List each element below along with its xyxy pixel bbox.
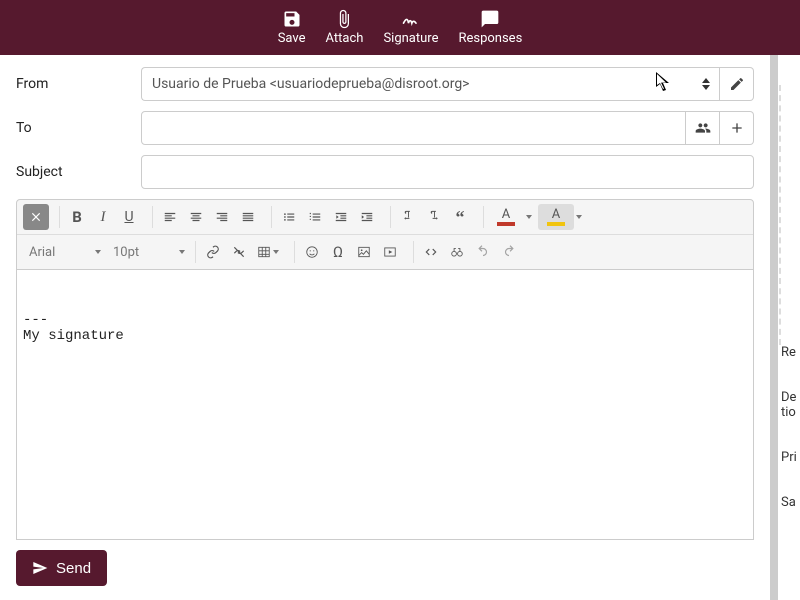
editor-toolbar: B I U (16, 199, 754, 270)
rtl-button[interactable] (421, 204, 447, 230)
align-left-button[interactable] (157, 204, 183, 230)
align-right-button[interactable] (209, 204, 235, 230)
chevron-down-icon[interactable] (576, 215, 582, 219)
link-button[interactable] (200, 239, 226, 265)
chevron-down-icon (179, 250, 185, 254)
speech-bubble-icon (480, 9, 500, 29)
from-select[interactable]: Usuario de Prueba <usuariodeprueba@disro… (141, 67, 692, 101)
blockquote-button[interactable]: “ (447, 204, 473, 230)
to-input[interactable] (141, 111, 686, 145)
outdent-button[interactable] (328, 204, 354, 230)
outdent-icon (334, 210, 348, 224)
table-icon (257, 245, 271, 259)
save-label: Save (278, 31, 306, 46)
attach-button[interactable]: Attach (326, 9, 364, 46)
edit-identity-button[interactable] (720, 67, 754, 101)
underline-button[interactable]: U (116, 204, 142, 230)
code-icon (424, 245, 438, 259)
responses-label: Responses (458, 31, 522, 46)
undo-button[interactable] (470, 239, 496, 265)
pencil-icon (729, 76, 745, 92)
unlink-icon (232, 245, 246, 259)
signature-label: Signature (383, 31, 438, 46)
chevron-down-icon[interactable] (526, 215, 532, 219)
italic-button[interactable]: I (90, 204, 116, 230)
save-button[interactable]: Save (278, 9, 306, 46)
side-panel: Re De tio Pri Sa (778, 55, 800, 600)
image-icon (357, 245, 371, 259)
subject-input[interactable] (141, 155, 754, 189)
to-label: To (16, 120, 141, 136)
plus-icon (729, 120, 745, 136)
find-replace-button[interactable] (444, 239, 470, 265)
bold-button[interactable]: B (64, 204, 90, 230)
attach-label: Attach (326, 31, 364, 46)
add-contact-button[interactable] (686, 111, 720, 145)
signature-icon (401, 9, 421, 29)
remove-format-button[interactable] (23, 204, 49, 230)
compose-pane: From Usuario de Prueba <usuariodeprueba@… (0, 55, 770, 600)
paper-plane-icon (32, 560, 48, 576)
chevron-up-icon (702, 78, 710, 83)
image-button[interactable] (351, 239, 377, 265)
side-panel-item: tio (779, 405, 800, 450)
side-panel-item[interactable]: Pri (779, 450, 800, 495)
ltr-button[interactable] (395, 204, 421, 230)
from-label: From (16, 76, 141, 92)
binoculars-icon (450, 245, 464, 259)
numbered-list-icon (308, 210, 322, 224)
message-body[interactable]: --- My signature (16, 270, 754, 540)
align-left-icon (163, 210, 177, 224)
font-family-select[interactable]: Arial (23, 239, 107, 265)
side-panel-item[interactable]: Sa (779, 495, 800, 540)
from-select-toggle[interactable] (692, 67, 720, 101)
redo-button[interactable] (496, 239, 522, 265)
send-label: Send (56, 560, 91, 577)
x-icon (29, 210, 43, 224)
responses-button[interactable]: Responses (458, 9, 522, 46)
unlink-button[interactable] (226, 239, 252, 265)
link-icon (206, 245, 220, 259)
undo-icon (476, 245, 490, 259)
align-center-button[interactable] (183, 204, 209, 230)
top-toolbar: Save Attach Signature Responses (0, 0, 800, 55)
special-char-button[interactable]: Ω (325, 239, 351, 265)
indent-button[interactable] (354, 204, 380, 230)
side-panel-item[interactable]: Re (779, 345, 800, 390)
ltr-icon (401, 210, 415, 224)
chevron-down-icon (273, 250, 279, 254)
media-icon (383, 245, 397, 259)
contacts-icon (695, 120, 711, 136)
smile-icon (305, 245, 319, 259)
table-button[interactable] (252, 239, 284, 265)
align-justify-icon (241, 210, 255, 224)
media-button[interactable] (377, 239, 403, 265)
bullet-list-icon (282, 210, 296, 224)
emoji-button[interactable] (299, 239, 325, 265)
redo-icon (502, 245, 516, 259)
font-size-select[interactable]: 10pt (107, 239, 191, 265)
align-center-icon (189, 210, 203, 224)
paperclip-icon (334, 9, 354, 29)
chevron-down-icon (702, 85, 710, 90)
send-button[interactable]: Send (16, 550, 107, 586)
chevron-down-icon (95, 250, 101, 254)
indent-icon (360, 210, 374, 224)
source-code-button[interactable] (418, 239, 444, 265)
text-color-button[interactable]: A (488, 204, 524, 230)
signature-button[interactable]: Signature (383, 9, 438, 46)
align-right-icon (215, 210, 229, 224)
subject-label: Subject (16, 164, 141, 180)
add-recipient-button[interactable] (720, 111, 754, 145)
align-justify-button[interactable] (235, 204, 261, 230)
save-icon (282, 9, 302, 29)
numbered-list-button[interactable] (302, 204, 328, 230)
scrollbar[interactable] (770, 55, 778, 600)
side-panel-item[interactable]: De (779, 390, 800, 405)
bg-color-button[interactable]: A (538, 204, 574, 230)
rtl-icon (427, 210, 441, 224)
bullet-list-button[interactable] (276, 204, 302, 230)
